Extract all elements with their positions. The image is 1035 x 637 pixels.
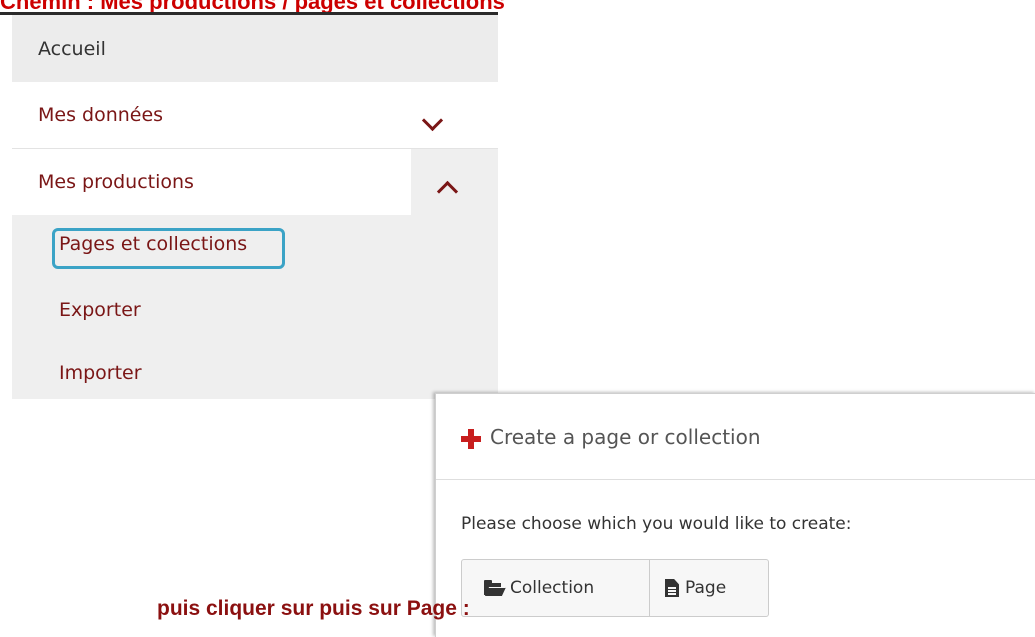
- menu-item-label: Accueil: [38, 37, 106, 60]
- panel-header: Create a page or collection: [436, 394, 1035, 480]
- menu-item-mes-productions[interactable]: Mes productions: [12, 149, 411, 215]
- submenu-item-pages-et-collections[interactable]: Pages et collections: [59, 233, 247, 255]
- collection-button[interactable]: Collection: [462, 560, 650, 616]
- page-button-label: Page: [685, 578, 727, 598]
- folder-open-icon: [484, 580, 507, 596]
- panel-title: Create a page or collection: [490, 425, 761, 449]
- menu-item-label: Mes données: [38, 104, 164, 126]
- chevron-up-icon: [436, 180, 459, 203]
- menu-item-mes-donnees[interactable]: Mes données: [12, 82, 498, 149]
- collapse-toggle-button[interactable]: [411, 158, 483, 215]
- chevron-down-icon[interactable]: [421, 109, 444, 132]
- file-icon: [665, 579, 679, 597]
- sidebar-menu: Accueil Mes données Mes productions Page…: [12, 15, 498, 399]
- collection-button-label: Collection: [510, 578, 595, 598]
- panel-prompt: Please choose which you would like to cr…: [461, 514, 852, 534]
- menu-item-label: Mes productions: [38, 171, 194, 193]
- menu-item-accueil[interactable]: Accueil: [12, 15, 498, 82]
- create-button-group: Collection Page: [461, 559, 769, 617]
- create-panel: Create a page or collection Please choos…: [435, 393, 1035, 637]
- instruction-text: puis cliquer sur puis sur Page :: [157, 597, 470, 620]
- page-button[interactable]: Page: [650, 560, 768, 616]
- submenu-item-exporter[interactable]: Exporter: [59, 299, 141, 321]
- plus-icon: [461, 429, 481, 449]
- submenu-item-importer[interactable]: Importer: [59, 362, 142, 384]
